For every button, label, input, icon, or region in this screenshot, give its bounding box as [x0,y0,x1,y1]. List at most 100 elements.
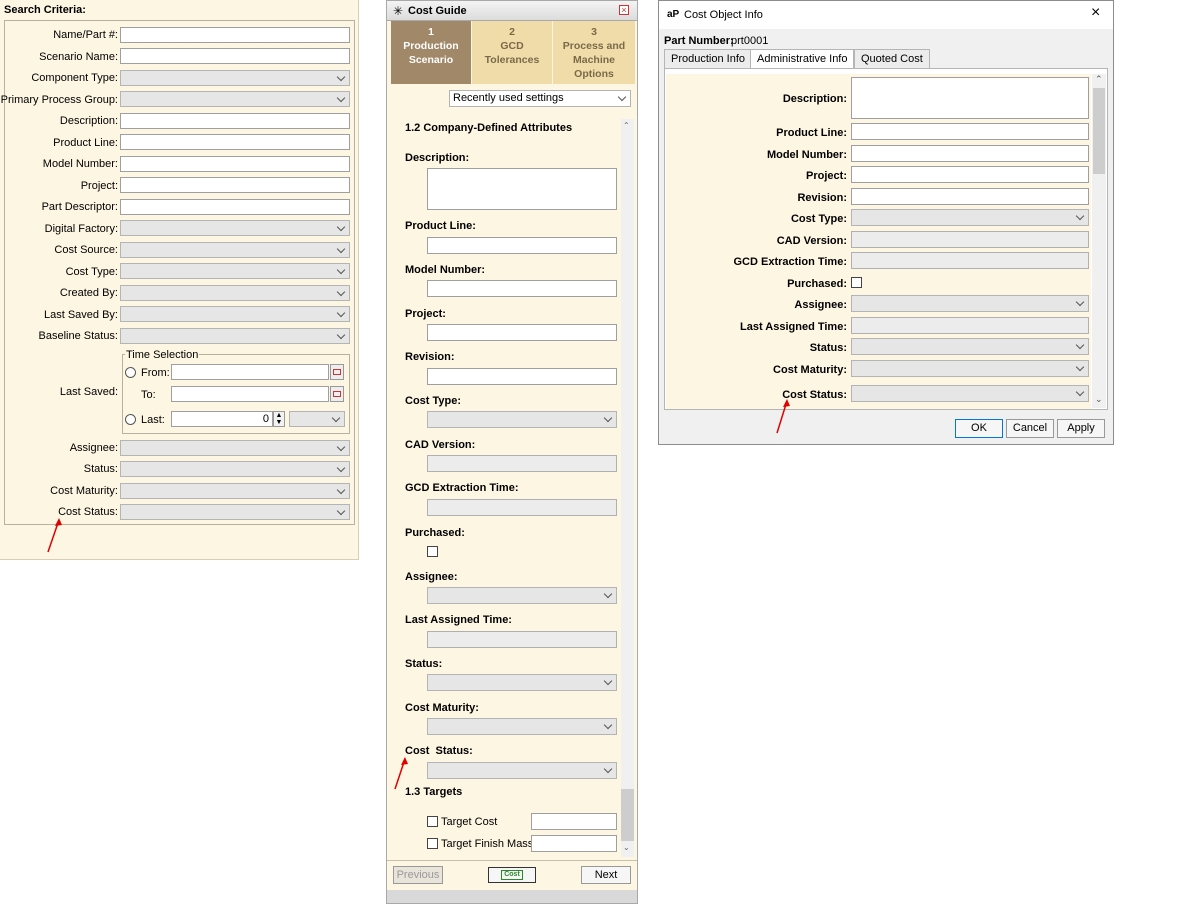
cost-guide-bottom-bar [387,890,637,903]
part-number-label: Part Number: [664,35,734,47]
model-number-input[interactable] [120,156,350,172]
scroll-up-icon[interactable]: ⌃ [623,121,630,130]
cg-assignee-select[interactable] [427,587,617,604]
from-calendar-icon[interactable] [330,364,344,380]
cg-model-number-input[interactable] [427,280,617,297]
status-label: Status: [83,463,118,475]
baseline-status-label: Baseline Status: [38,330,119,342]
co-product-line-input[interactable] [851,123,1089,140]
step-2-number: 2 [509,26,515,38]
status-select[interactable] [120,461,350,477]
baseline-status-select[interactable] [120,328,350,344]
tab-production-info[interactable]: Production Info [664,49,752,69]
last-count-spinner[interactable]: ▲ ▼ [273,411,285,427]
co-assignee-select[interactable] [851,295,1089,312]
dialog-scroll-down-icon[interactable]: ⌄ [1095,394,1103,405]
dialog-scrollbar[interactable]: ⌃ ⌄ [1092,74,1106,408]
co-project-input[interactable] [851,166,1089,183]
dialog-scroll-thumb[interactable] [1093,88,1105,174]
target-finish-mass-checkbox[interactable] [427,838,438,849]
scroll-down-icon[interactable]: ⌄ [623,843,630,852]
cost-type-select[interactable] [120,263,350,279]
co-model-number-input[interactable] [851,145,1089,162]
co-cost-type-select[interactable] [851,209,1089,226]
recent-settings-dropdown[interactable]: Recently used settings [449,90,631,107]
annotation-arrow-3 [776,399,790,434]
cost-button[interactable]: Cost [488,867,536,883]
ok-button[interactable]: OK [955,419,1003,438]
cg-cost-type-select[interactable] [427,411,617,428]
co-revision-input[interactable] [851,188,1089,205]
next-button[interactable]: Next [581,866,631,884]
to-calendar-icon[interactable] [330,386,344,402]
cg-last-assigned-time-label: Last Assigned Time: [405,614,512,626]
cg-cost-status-label: Cost Status: [405,745,473,757]
co-status-label: Status: [809,342,847,354]
last-saved-by-select[interactable] [120,306,350,322]
cg-revision-input[interactable] [427,368,617,385]
co-purchased-checkbox[interactable] [851,277,862,288]
assignee-select[interactable] [120,440,350,456]
cost-source-select[interactable] [120,242,350,258]
cancel-button[interactable]: Cancel [1006,419,1054,438]
cost-guide-title: Cost Guide [408,5,467,17]
cg-cost-status-select[interactable] [427,762,617,779]
cg-cost-maturity-select[interactable] [427,718,617,735]
step-3-number: 3 [591,26,597,38]
target-cost-input[interactable] [531,813,617,830]
step-gcd-tolerances[interactable]: 2 GCD Tolerances [472,21,552,84]
digital-factory-select[interactable] [120,220,350,236]
from-date-input[interactable] [171,364,329,380]
co-description-input[interactable] [851,77,1089,119]
project-input[interactable] [120,177,350,193]
cost-maturity-select[interactable] [120,483,350,499]
cost-status-select[interactable] [120,504,350,520]
dialog-close-icon[interactable]: × [1091,5,1100,21]
scenario-name-input[interactable] [120,48,350,64]
co-cost-status-select[interactable] [851,385,1089,402]
cost-guide-icon: ✳ [393,4,404,18]
model-number-label: Model Number: [42,158,118,170]
product-line-input[interactable] [120,134,350,150]
co-status-select[interactable] [851,338,1089,355]
tab-administrative-info[interactable]: Administrative Info [750,49,855,69]
co-cost-maturity-select[interactable] [851,360,1089,377]
from-radio[interactable] [125,367,136,378]
cg-project-input[interactable] [427,324,617,341]
component-type-select[interactable] [120,70,350,86]
step-process-machine-options[interactable]: 3 Process and Machine Options [553,21,635,84]
step-production-scenario[interactable]: 1 Production Scenario [391,21,471,84]
last-unit-select[interactable] [289,411,345,427]
co-last-assigned-time-input [851,317,1089,334]
step-2-line-2: Tolerances [484,54,540,66]
cost-guide-scrollbar[interactable]: ⌃ ⌄ [621,119,634,857]
last-count-input[interactable]: 0 [171,411,273,427]
cg-product-line-input[interactable] [427,237,617,254]
name-part-input[interactable] [120,27,350,43]
scenario-name-label: Scenario Name: [39,51,118,63]
close-icon[interactable]: × [619,5,629,15]
cost-guide-scroll-thumb[interactable] [621,789,634,841]
primary-process-group-select[interactable] [120,91,350,107]
attributes-section-title: 1.2 Company-Defined Attributes [405,122,573,134]
part-descriptor-input[interactable] [120,199,350,215]
previous-button[interactable]: Previous [393,866,443,884]
description-input[interactable] [120,113,350,129]
tab-quoted-cost[interactable]: Quoted Cost [854,49,930,69]
apply-button[interactable]: Apply [1057,419,1105,438]
to-date-input[interactable] [171,386,329,402]
cg-description-input[interactable] [427,168,617,210]
dialog-scroll-up-icon[interactable]: ⌃ [1095,74,1103,85]
co-cad-version-input [851,231,1089,248]
target-cost-checkbox[interactable] [427,816,438,827]
footer-divider [387,860,637,861]
last-radio[interactable] [125,414,136,425]
ap-logo-icon: aP [667,9,680,20]
cg-purchased-checkbox[interactable] [427,546,438,557]
created-by-select[interactable] [120,285,350,301]
cg-status-select[interactable] [427,674,617,691]
target-cost-label: Target Cost [441,816,498,828]
step-3-line-3: Options [574,68,614,80]
created-by-label: Created By: [59,287,118,299]
target-finish-mass-input[interactable] [531,835,617,852]
